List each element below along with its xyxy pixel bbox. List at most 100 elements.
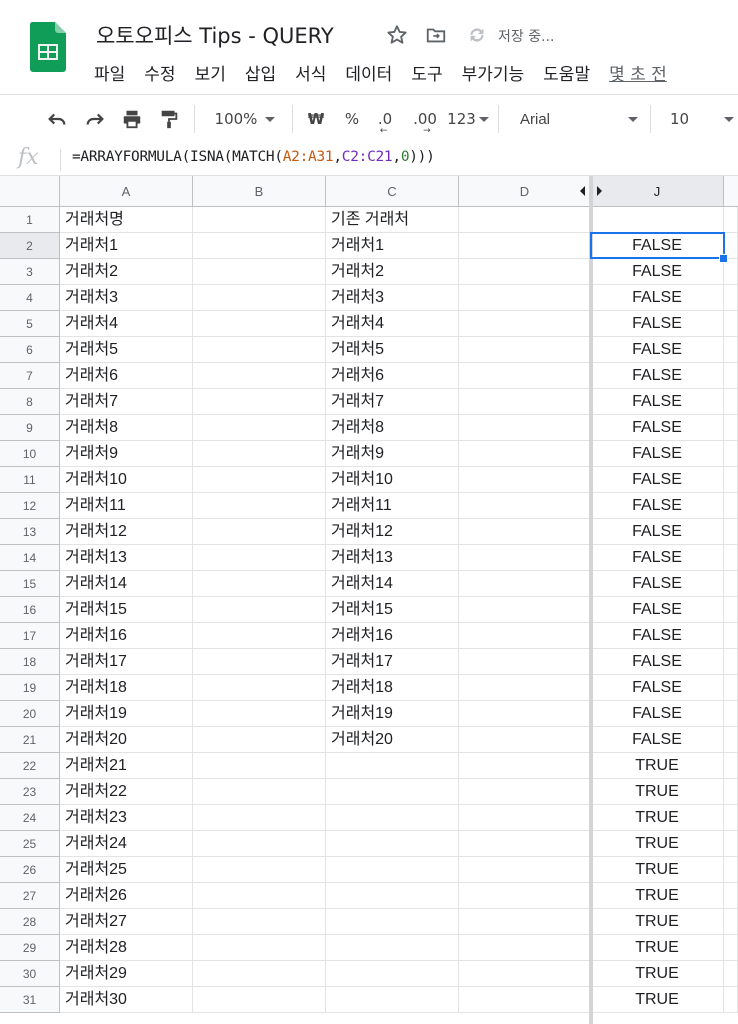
cell-d[interactable] (459, 233, 591, 259)
menu-insert[interactable]: 삽입 (245, 62, 276, 88)
cell-k[interactable] (724, 727, 738, 753)
row-header[interactable]: 28 (0, 909, 60, 935)
cell-k[interactable] (724, 597, 738, 623)
column-header-d[interactable]: D (459, 176, 591, 207)
cell-a[interactable]: 거래처30 (60, 987, 193, 1013)
formula-input[interactable]: =ARRAYFORMULA(ISNA(MATCH(A2:A31,C2:C21,0… (72, 149, 435, 165)
cell-j[interactable]: TRUE (591, 857, 724, 883)
cell-a[interactable]: 거래처4 (60, 311, 193, 337)
cell-b[interactable] (193, 779, 326, 805)
font-select[interactable]: Arial (508, 95, 642, 143)
row-header[interactable]: 17 (0, 623, 60, 649)
cell-k[interactable] (724, 415, 738, 441)
cell-j[interactable]: TRUE (591, 883, 724, 909)
row-header[interactable]: 13 (0, 519, 60, 545)
cell-b[interactable] (193, 519, 326, 545)
row-header[interactable]: 25 (0, 831, 60, 857)
row-header[interactable]: 2 (0, 233, 60, 259)
cell-d[interactable] (459, 597, 591, 623)
cell-b[interactable] (193, 571, 326, 597)
row-header[interactable]: 7 (0, 363, 60, 389)
cell-k[interactable] (724, 909, 738, 935)
cell-a[interactable]: 거래처2 (60, 259, 193, 285)
cell-c[interactable]: 거래처12 (326, 519, 459, 545)
undo-icon[interactable] (40, 95, 74, 143)
cell-k[interactable] (724, 675, 738, 701)
cell-b[interactable] (193, 259, 326, 285)
cell-d[interactable] (459, 909, 591, 935)
cell-d[interactable] (459, 363, 591, 389)
cell-c[interactable] (326, 909, 459, 935)
cell-d[interactable] (459, 389, 591, 415)
cell-a[interactable]: 거래처11 (60, 493, 193, 519)
row-header[interactable]: 11 (0, 467, 60, 493)
cell-b[interactable] (193, 493, 326, 519)
column-header-c[interactable]: C (326, 176, 459, 207)
cell-j[interactable]: FALSE (591, 285, 724, 311)
select-all-corner[interactable] (0, 176, 60, 207)
cell-a[interactable]: 거래처3 (60, 285, 193, 311)
cell-j[interactable]: TRUE (591, 987, 724, 1013)
row-header[interactable]: 16 (0, 597, 60, 623)
cell-k[interactable] (724, 571, 738, 597)
triangle-left-icon[interactable] (580, 186, 585, 196)
cell-c[interactable] (326, 987, 459, 1013)
cell-c[interactable]: 거래처19 (326, 701, 459, 727)
cell-k[interactable] (724, 649, 738, 675)
row-header[interactable]: 22 (0, 753, 60, 779)
cell-d[interactable] (459, 311, 591, 337)
cell-b[interactable] (193, 623, 326, 649)
cell-j[interactable]: FALSE (591, 441, 724, 467)
cell-b[interactable] (193, 727, 326, 753)
cell-j[interactable]: FALSE (591, 415, 724, 441)
cell-c[interactable]: 기존 거래처 (326, 207, 459, 233)
cell-a[interactable]: 거래처8 (60, 415, 193, 441)
cell-b[interactable] (193, 285, 326, 311)
cell-b[interactable] (193, 597, 326, 623)
cell-a[interactable]: 거래처17 (60, 649, 193, 675)
cell-k[interactable] (724, 857, 738, 883)
cell-j[interactable]: TRUE (591, 831, 724, 857)
cell-k[interactable] (724, 519, 738, 545)
cell-j[interactable]: FALSE (591, 363, 724, 389)
cell-a[interactable]: 거래처29 (60, 961, 193, 987)
star-icon[interactable] (384, 22, 410, 48)
cell-b[interactable] (193, 415, 326, 441)
cell-j[interactable]: FALSE (591, 259, 724, 285)
cell-j[interactable]: FALSE (591, 675, 724, 701)
cell-b[interactable] (193, 805, 326, 831)
row-header[interactable]: 8 (0, 389, 60, 415)
row-header[interactable]: 12 (0, 493, 60, 519)
cell-k[interactable] (724, 753, 738, 779)
cell-c[interactable] (326, 935, 459, 961)
cell-k[interactable] (724, 311, 738, 337)
sheets-logo-icon[interactable] (29, 22, 66, 72)
row-header[interactable]: 30 (0, 961, 60, 987)
cell-j[interactable]: FALSE (591, 727, 724, 753)
row-header[interactable]: 15 (0, 571, 60, 597)
cell-a[interactable]: 거래처14 (60, 571, 193, 597)
font-size-select[interactable]: 10 (660, 95, 738, 143)
cell-b[interactable] (193, 233, 326, 259)
cell-j[interactable]: FALSE (591, 467, 724, 493)
cell-k[interactable] (724, 935, 738, 961)
cell-k[interactable] (724, 883, 738, 909)
last-edit-link[interactable]: 몇 초 전 (609, 62, 667, 88)
cell-b[interactable] (193, 857, 326, 883)
cell-a[interactable]: 거래처9 (60, 441, 193, 467)
paint-format-icon[interactable] (152, 95, 186, 143)
print-icon[interactable] (115, 95, 149, 143)
cell-c[interactable]: 거래처11 (326, 493, 459, 519)
cell-d[interactable] (459, 649, 591, 675)
more-formats-select[interactable]: 123 (445, 95, 491, 143)
cell-c[interactable] (326, 831, 459, 857)
cell-c[interactable]: 거래처3 (326, 285, 459, 311)
cell-d[interactable] (459, 207, 591, 233)
cell-d[interactable] (459, 753, 591, 779)
cell-k[interactable] (724, 389, 738, 415)
cell-a[interactable]: 거래처7 (60, 389, 193, 415)
document-title[interactable]: 오토오피스 Tips - QUERY (96, 20, 334, 50)
cell-d[interactable] (459, 805, 591, 831)
cell-a[interactable]: 거래처24 (60, 831, 193, 857)
cell-k[interactable] (724, 467, 738, 493)
